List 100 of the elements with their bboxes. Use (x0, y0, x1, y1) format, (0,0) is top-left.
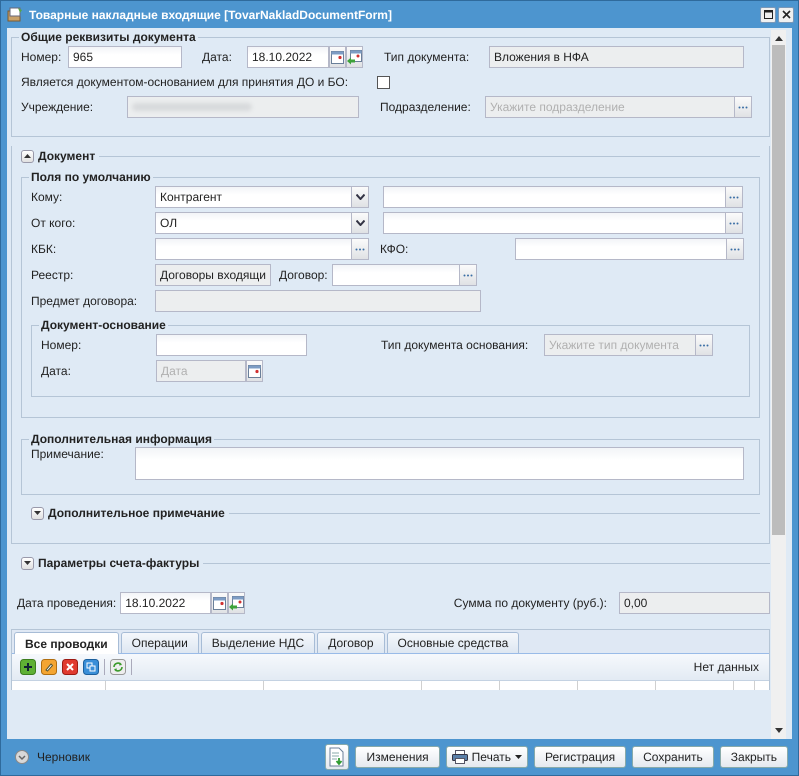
close-icon (782, 10, 790, 19)
field-label: Договор: (279, 268, 329, 282)
collapse-button[interactable] (21, 150, 34, 162)
number-field[interactable]: 965 (68, 46, 182, 68)
copy-button[interactable] (83, 659, 99, 675)
browse-button[interactable] (460, 264, 477, 286)
ellipsis-icon (355, 248, 365, 250)
document-stack-icon (7, 6, 23, 22)
ellipsis-icon (699, 344, 709, 346)
export-button[interactable] (325, 744, 350, 770)
note-field[interactable] (135, 447, 744, 480)
section-title: Поля по умолчанию (30, 170, 152, 184)
footer-button[interactable]: Сохранить (632, 746, 714, 768)
field-label: КБК: (31, 242, 58, 256)
subdivision-field[interactable]: Укажите подразделение (485, 96, 735, 118)
status-text: Черновик (37, 750, 90, 764)
browse-button[interactable] (726, 186, 743, 208)
scrollbar[interactable] (771, 30, 786, 739)
footer-button[interactable]: Изменения (355, 746, 440, 768)
ellipsis-icon (729, 222, 739, 224)
tab[interactable]: Операции (120, 632, 199, 653)
field-label: КФО: (380, 242, 410, 256)
print-menu-button[interactable]: Печать (446, 746, 528, 768)
scroll-down-icon (774, 728, 782, 733)
basis-number-field[interactable] (156, 334, 307, 356)
caret-down-icon (356, 220, 364, 226)
contract-field[interactable] (332, 264, 460, 286)
today-button[interactable] (346, 46, 363, 68)
posting-date-field[interactable]: 18.10.2022 (120, 592, 212, 614)
section-title: Дополнительное примечание (48, 506, 225, 520)
close-button[interactable] (778, 6, 794, 22)
checkbox[interactable] (377, 76, 390, 88)
caret-down-icon (356, 194, 364, 200)
field-label: Сумма по документу (руб.): (454, 596, 607, 610)
maximize-button[interactable] (760, 6, 776, 22)
institution-field[interactable] (127, 96, 359, 118)
recipient-field[interactable] (383, 186, 726, 208)
tab[interactable]: Все проводки (14, 632, 119, 654)
section-title: Дополнительная информация (30, 432, 213, 446)
field-label: Дата проведения: (17, 596, 116, 610)
calendar-icon (331, 50, 344, 64)
scrollbar-thumb[interactable] (772, 45, 785, 535)
sender-type-field[interactable]: ОЛ (155, 212, 352, 234)
footer-button[interactable]: Регистрация (534, 746, 626, 768)
field-label: Подразделение: (380, 100, 472, 114)
section-title: Общие реквизиты документа (20, 30, 197, 44)
edit-button[interactable] (41, 659, 57, 675)
section-title: Параметры счета-фактуры (38, 556, 200, 570)
kfo-field[interactable] (515, 238, 727, 260)
tab[interactable]: Договор (317, 632, 384, 653)
calendar-button[interactable] (211, 592, 228, 614)
sender-field[interactable] (383, 212, 726, 234)
ellipsis-icon (729, 196, 739, 198)
refresh-icon (110, 659, 126, 675)
browse-button[interactable] (727, 238, 744, 260)
document-type-field[interactable]: Вложения в НФА (489, 46, 744, 68)
refresh-button[interactable] (110, 659, 126, 675)
document-download-icon (329, 747, 346, 767)
footer-button[interactable]: Закрыть (720, 746, 788, 768)
x-icon (62, 659, 78, 675)
total-field[interactable]: 0,00 (619, 592, 770, 614)
triangle-down-icon (24, 561, 31, 565)
section-title: Документ-основание (40, 318, 167, 332)
calendar-icon (248, 364, 261, 378)
expand-button[interactable] (31, 506, 44, 520)
basis-type-field[interactable]: Укажите тип документа (544, 334, 696, 356)
caret-down-icon (514, 755, 522, 759)
basis-date-field[interactable]: Дата (156, 360, 246, 382)
delete-button[interactable] (62, 659, 78, 675)
field-label: Дата: (202, 50, 233, 64)
dropdown-button[interactable] (352, 186, 369, 208)
today-button[interactable] (228, 592, 246, 614)
browse-button[interactable] (696, 334, 713, 356)
ellipsis-icon (730, 248, 740, 250)
status-icon (15, 750, 29, 764)
copy-icon (83, 659, 99, 675)
expand-button[interactable] (21, 556, 34, 570)
date-field[interactable]: 18.10.2022 (247, 46, 329, 68)
browse-button[interactable] (735, 96, 752, 118)
calendar-button[interactable] (246, 360, 263, 382)
field-label: От кого: (31, 216, 76, 230)
add-button[interactable] (20, 659, 36, 675)
field-label: Реестр: (31, 268, 74, 282)
browse-button[interactable] (352, 238, 369, 260)
field-label: Учреждение: (21, 100, 94, 114)
dropdown-button[interactable] (352, 212, 369, 234)
grid-status: Нет данных (694, 660, 759, 674)
kbk-field[interactable] (155, 238, 352, 260)
calendar-icon (213, 596, 226, 610)
printer-icon (452, 750, 468, 764)
tab[interactable]: Основные средства (386, 632, 520, 653)
field-label: Номер: (21, 50, 62, 64)
plus-icon (20, 659, 36, 675)
contract-subject-field[interactable] (155, 290, 481, 312)
maximize-icon (764, 10, 772, 19)
browse-button[interactable] (726, 212, 743, 234)
registry-field[interactable]: Договоры входящи (155, 264, 271, 286)
tab[interactable]: Выделение НДС (200, 632, 316, 653)
calendar-button[interactable] (329, 46, 346, 68)
recipient-type-field[interactable]: Контрагент (155, 186, 352, 208)
